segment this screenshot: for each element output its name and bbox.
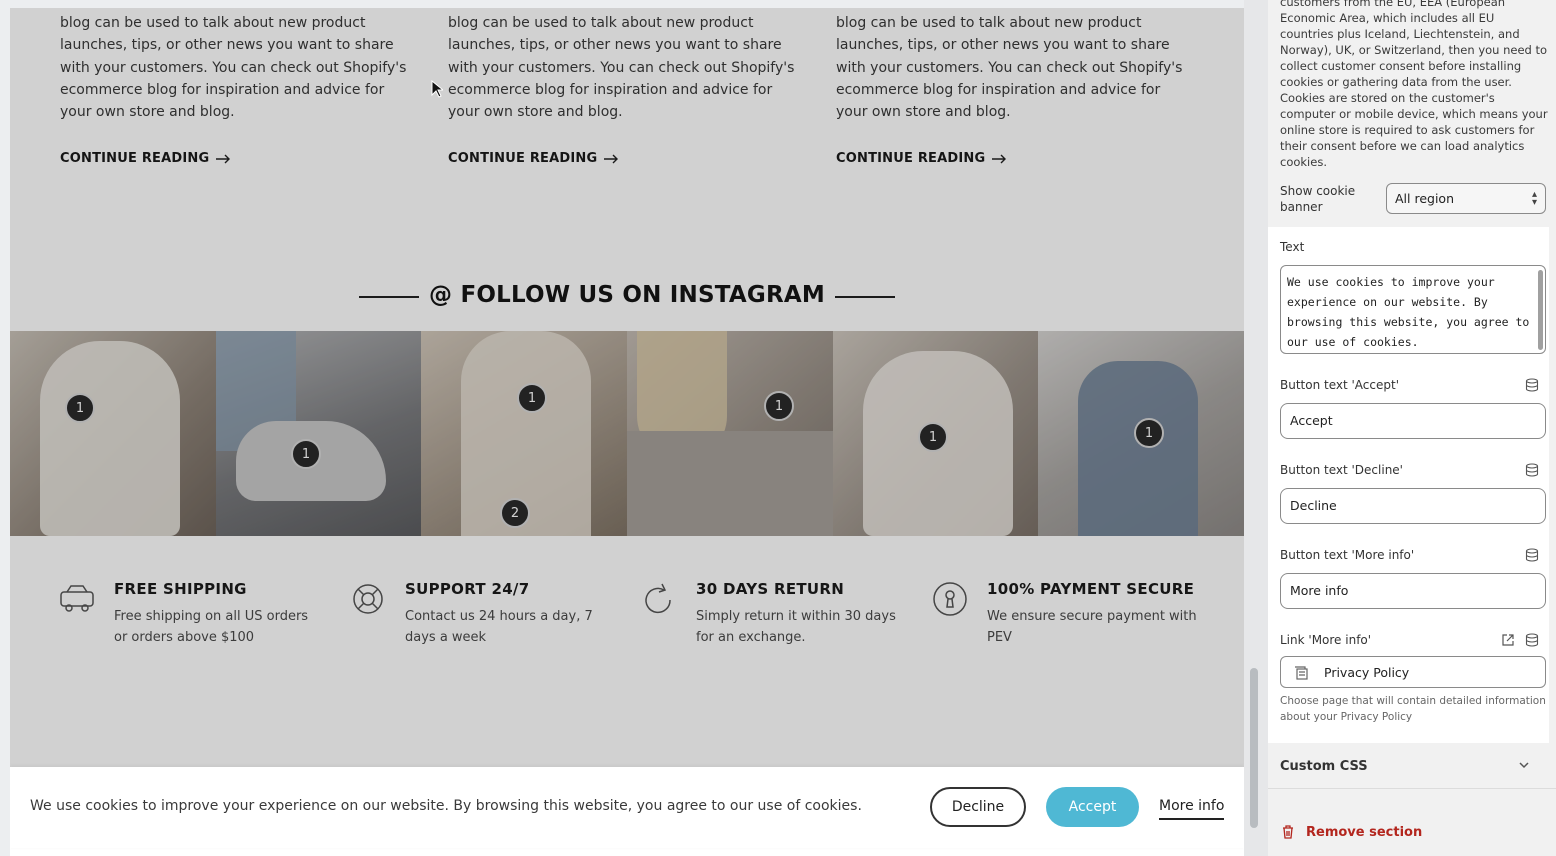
custom-css-label: Custom CSS bbox=[1280, 759, 1368, 774]
accept-text-input[interactable]: Accept bbox=[1280, 403, 1546, 439]
cookie-text-textarea[interactable]: We use cookies to improve your experienc… bbox=[1280, 265, 1546, 354]
chevron-down-icon bbox=[1519, 762, 1529, 769]
cookie-banner: We use cookies to improve your experienc… bbox=[10, 767, 1244, 848]
cookie-text-value: We use cookies to improve your experienc… bbox=[1287, 275, 1530, 349]
instagram-photo[interactable]: 1 bbox=[627, 331, 833, 536]
remove-section-label: Remove section bbox=[1306, 824, 1423, 840]
region-select-value: All region bbox=[1395, 191, 1455, 206]
instagram-heading: @ FOLLOW US ON INSTAGRAM bbox=[429, 282, 825, 308]
decline-text-label: Button text 'Decline' bbox=[1280, 463, 1403, 477]
accept-text-label: Button text 'Accept' bbox=[1280, 378, 1400, 392]
instagram-photo[interactable]: 1 bbox=[833, 331, 1039, 536]
lifebuoy-icon bbox=[353, 584, 383, 614]
dynamic-source-icon[interactable] bbox=[1525, 378, 1539, 392]
heading-divider-right bbox=[835, 296, 895, 298]
decline-text-value: Decline bbox=[1290, 498, 1337, 513]
photo-tag-badge[interactable]: 2 bbox=[500, 498, 530, 528]
preview-scrollbar[interactable] bbox=[1244, 0, 1268, 856]
arrow-right-icon bbox=[992, 154, 1007, 163]
trash-icon bbox=[1283, 825, 1293, 839]
continue-reading-label: CONTINUE READING bbox=[836, 151, 986, 166]
dynamic-source-icon[interactable] bbox=[1525, 548, 1539, 562]
external-link-icon[interactable] bbox=[1501, 633, 1515, 647]
photo-tag-badge[interactable]: 1 bbox=[918, 422, 948, 452]
truck-icon bbox=[60, 585, 94, 612]
more-info-link-label: Link 'More info' bbox=[1280, 633, 1372, 647]
more-info-text-input[interactable]: More info bbox=[1280, 573, 1546, 609]
blog-excerpt: blog can be used to talk about new produ… bbox=[836, 15, 1183, 121]
feature-title: 100% PAYMENT SECURE bbox=[987, 580, 1195, 598]
blog-post-3: blog can be used to talk about new produ… bbox=[836, 8, 1186, 166]
accept-button[interactable]: Accept bbox=[1046, 787, 1139, 827]
instagram-photo[interactable]: 1 bbox=[216, 331, 422, 536]
arrow-right-icon bbox=[604, 154, 619, 163]
more-info-text-label: Button text 'More info' bbox=[1280, 548, 1415, 562]
decline-text-input[interactable]: Decline bbox=[1280, 488, 1546, 524]
photo-tag-badge[interactable]: 1 bbox=[764, 391, 794, 421]
region-select[interactable]: All region ▴ ▾ bbox=[1386, 183, 1546, 214]
dynamic-source-icon[interactable] bbox=[1525, 633, 1539, 647]
feature-title: FREE SHIPPING bbox=[114, 580, 247, 598]
feature-description: Simply return it within 30 days for an e… bbox=[696, 609, 896, 645]
more-info-link-value: Privacy Policy bbox=[1324, 665, 1410, 680]
photo-tag-badge[interactable]: 1 bbox=[1134, 418, 1164, 448]
arrow-right-icon bbox=[216, 154, 231, 163]
show-cookie-banner-label: Show cookie banner bbox=[1280, 184, 1356, 214]
blog-post-2: blog can be used to talk about new produ… bbox=[448, 8, 798, 166]
instagram-photo[interactable]: 1 bbox=[10, 331, 216, 536]
continue-reading-link[interactable]: CONTINUE READING bbox=[836, 151, 1007, 166]
continue-reading-link[interactable]: CONTINUE READING bbox=[60, 151, 231, 166]
photo-tag-badge[interactable]: 1 bbox=[291, 439, 321, 469]
instagram-photo[interactable]: 1 2 bbox=[421, 331, 627, 536]
more-info-link-picker[interactable]: Privacy Policy bbox=[1280, 656, 1546, 688]
blog-excerpt: blog can be used to talk about new produ… bbox=[60, 15, 407, 121]
decline-button[interactable]: Decline bbox=[930, 787, 1026, 827]
continue-reading-label: CONTINUE READING bbox=[60, 151, 210, 166]
textarea-scrollbar[interactable] bbox=[1538, 270, 1543, 350]
remove-section-button[interactable]: Remove section bbox=[1280, 820, 1422, 844]
select-chevron-icon: ▴ ▾ bbox=[1531, 189, 1537, 208]
dynamic-source-icon[interactable] bbox=[1525, 463, 1539, 477]
photo-tag-badge[interactable]: 1 bbox=[65, 393, 95, 423]
continue-reading-link[interactable]: CONTINUE READING bbox=[448, 151, 619, 166]
continue-reading-label: CONTINUE READING bbox=[448, 151, 598, 166]
blog-excerpt: blog can be used to talk about new produ… bbox=[448, 15, 795, 121]
blog-post-1: blog can be used to talk about new produ… bbox=[60, 8, 410, 166]
accept-text-value: Accept bbox=[1290, 413, 1333, 428]
text-label: Text bbox=[1280, 240, 1305, 254]
return-icon bbox=[645, 583, 671, 614]
feature-title: SUPPORT 24/7 bbox=[405, 580, 530, 598]
link-help-text: Choose page that will contain detailed i… bbox=[1280, 695, 1546, 723]
store-preview: blog can be used to talk about new produ… bbox=[10, 8, 1244, 856]
text-settings-card: Text We use cookies to improve your expe… bbox=[1268, 227, 1549, 743]
mouse-cursor-icon bbox=[431, 80, 443, 98]
custom-css-section[interactable]: Custom CSS bbox=[1268, 745, 1556, 789]
consent-description: customers from the EU, EEA (European Eco… bbox=[1280, 0, 1548, 169]
page-icon bbox=[1295, 666, 1308, 680]
feature-description: Free shipping on all US orders or orders… bbox=[114, 609, 309, 645]
more-info-link[interactable]: More info bbox=[1159, 798, 1225, 820]
photo-tag-badge[interactable]: 1 bbox=[517, 383, 547, 413]
feature-description: We ensure secure payment with PEV bbox=[987, 609, 1197, 645]
instagram-grid: 1 1 1 2 1 1 1 bbox=[10, 331, 1244, 536]
scrollbar-thumb[interactable] bbox=[1250, 668, 1258, 828]
more-info-text-value: More info bbox=[1290, 583, 1349, 598]
settings-panel: customers from the EU, EEA (European Eco… bbox=[1268, 0, 1556, 856]
feature-description: Contact us 24 hours a day, 7 days a week bbox=[405, 609, 593, 645]
instagram-photo[interactable]: 1 bbox=[1038, 331, 1244, 536]
cookie-banner-text: We use cookies to improve your experienc… bbox=[30, 798, 862, 814]
feature-title: 30 DAYS RETURN bbox=[696, 580, 845, 598]
lock-icon bbox=[933, 582, 967, 616]
